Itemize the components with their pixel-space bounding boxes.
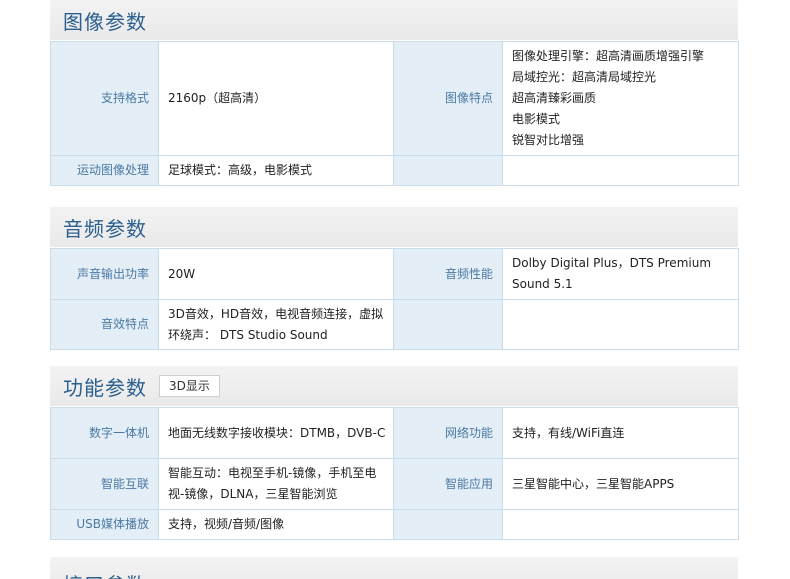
spec-label — [393, 299, 503, 350]
table-row: 数字一体机 地面无线数字接收模块：DTMB，DVB-C 网络功能 支持，有线/W… — [50, 407, 739, 459]
table-row: 智能互联 智能互动：电视至手机-镜像，手机至电视-镜像，DLNA，三星智能浏览 … — [50, 458, 739, 510]
spec-value: Dolby Digital Plus，DTS Premium Sound 5.1 — [502, 248, 739, 300]
spec-label: 音频性能 — [393, 248, 503, 300]
spec-value: 足球模式：高级，电影模式 — [158, 155, 394, 186]
spec-label — [393, 155, 503, 186]
spec-value-line: 局域控光：超高清局域控光 — [512, 70, 657, 84]
section-title: 接口参数 — [63, 569, 147, 579]
table-row: 运动图像处理 足球模式：高级，电影模式 — [50, 155, 739, 186]
spec-value: 3D音效，HD音效，电视音频连接，虚拟环绕声： DTS Studio Sound — [158, 299, 394, 350]
spec-label: 音效特点 — [50, 299, 159, 350]
spec-value: 地面无线数字接收模块：DTMB，DVB-C — [158, 407, 394, 459]
spec-label — [393, 509, 503, 540]
spec-label: USB媒体播放 — [50, 509, 159, 540]
section-interface-params: 接口参数 — [50, 557, 738, 579]
spec-table: 支持格式 2160p（超高清） 图像特点 图像处理引擎：超高清画质增强引擎 局域… — [50, 41, 739, 186]
section-title: 图像参数 — [63, 9, 147, 34]
section-header: 图像参数 — [50, 0, 738, 40]
spec-label: 运动图像处理 — [50, 155, 159, 186]
spec-table: 声音输出功率 20W 音频性能 Dolby Digital Plus，DTS P… — [50, 248, 739, 350]
spec-value: 支持，视频/音频/图像 — [158, 509, 394, 540]
spec-value — [502, 299, 739, 350]
spec-value: 三星智能中心，三星智能APPS — [502, 458, 739, 510]
spec-value-line: 图像处理引擎：超高清画质增强引擎 — [512, 49, 705, 63]
section-title: 音频参数 — [63, 216, 147, 241]
table-row: 支持格式 2160p（超高清） 图像特点 图像处理引擎：超高清画质增强引擎 局域… — [50, 41, 739, 156]
section-audio-params: 音频参数 声音输出功率 20W 音频性能 Dolby Digital Plus，… — [50, 207, 739, 350]
spec-label: 智能互联 — [50, 458, 159, 510]
spec-label: 网络功能 — [393, 407, 503, 459]
table-row: 音效特点 3D音效，HD音效，电视音频连接，虚拟环绕声： DTS Studio … — [50, 299, 739, 350]
section-header: 功能参数 3D显示 — [50, 366, 738, 406]
section-title: 功能参数 — [63, 375, 147, 400]
spec-value: 支持，有线/WiFi直连 — [502, 407, 739, 459]
spec-value-list: 图像处理引擎：超高清画质增强引擎 局域控光：超高清局域控光 超高清臻彩画质 电影… — [502, 41, 739, 156]
table-row: 声音输出功率 20W 音频性能 Dolby Digital Plus，DTS P… — [50, 248, 739, 300]
section-header: 接口参数 — [50, 557, 738, 579]
spec-page: 图像参数 支持格式 2160p（超高清） 图像特点 图像处理引擎：超高清画质增强… — [0, 0, 790, 579]
spec-value: 智能互动：电视至手机-镜像，手机至电视-镜像，DLNA，三星智能浏览 — [158, 458, 394, 510]
spec-table: 数字一体机 地面无线数字接收模块：DTMB，DVB-C 网络功能 支持，有线/W… — [50, 407, 739, 540]
spec-value-line: 电影模式 — [512, 112, 561, 126]
section-header: 音频参数 — [50, 207, 738, 247]
spec-label: 数字一体机 — [50, 407, 159, 459]
spec-label: 图像特点 — [393, 41, 503, 156]
spec-value-line: 超高清臻彩画质 — [512, 91, 597, 105]
section-function-params: 功能参数 3D显示 数字一体机 地面无线数字接收模块：DTMB，DVB-C 网络… — [50, 366, 739, 540]
spec-label: 智能应用 — [393, 458, 503, 510]
spec-value — [502, 509, 739, 540]
3d-display-tag[interactable]: 3D显示 — [159, 375, 220, 397]
spec-label: 支持格式 — [50, 41, 159, 156]
spec-value — [502, 155, 739, 186]
spec-label: 声音输出功率 — [50, 248, 159, 300]
section-image-params: 图像参数 支持格式 2160p（超高清） 图像特点 图像处理引擎：超高清画质增强… — [50, 0, 739, 186]
spec-value: 2160p（超高清） — [158, 41, 394, 156]
spec-value-line: 锐智对比增强 — [512, 133, 585, 147]
table-row: USB媒体播放 支持，视频/音频/图像 — [50, 509, 739, 540]
spec-value: 20W — [158, 248, 394, 300]
